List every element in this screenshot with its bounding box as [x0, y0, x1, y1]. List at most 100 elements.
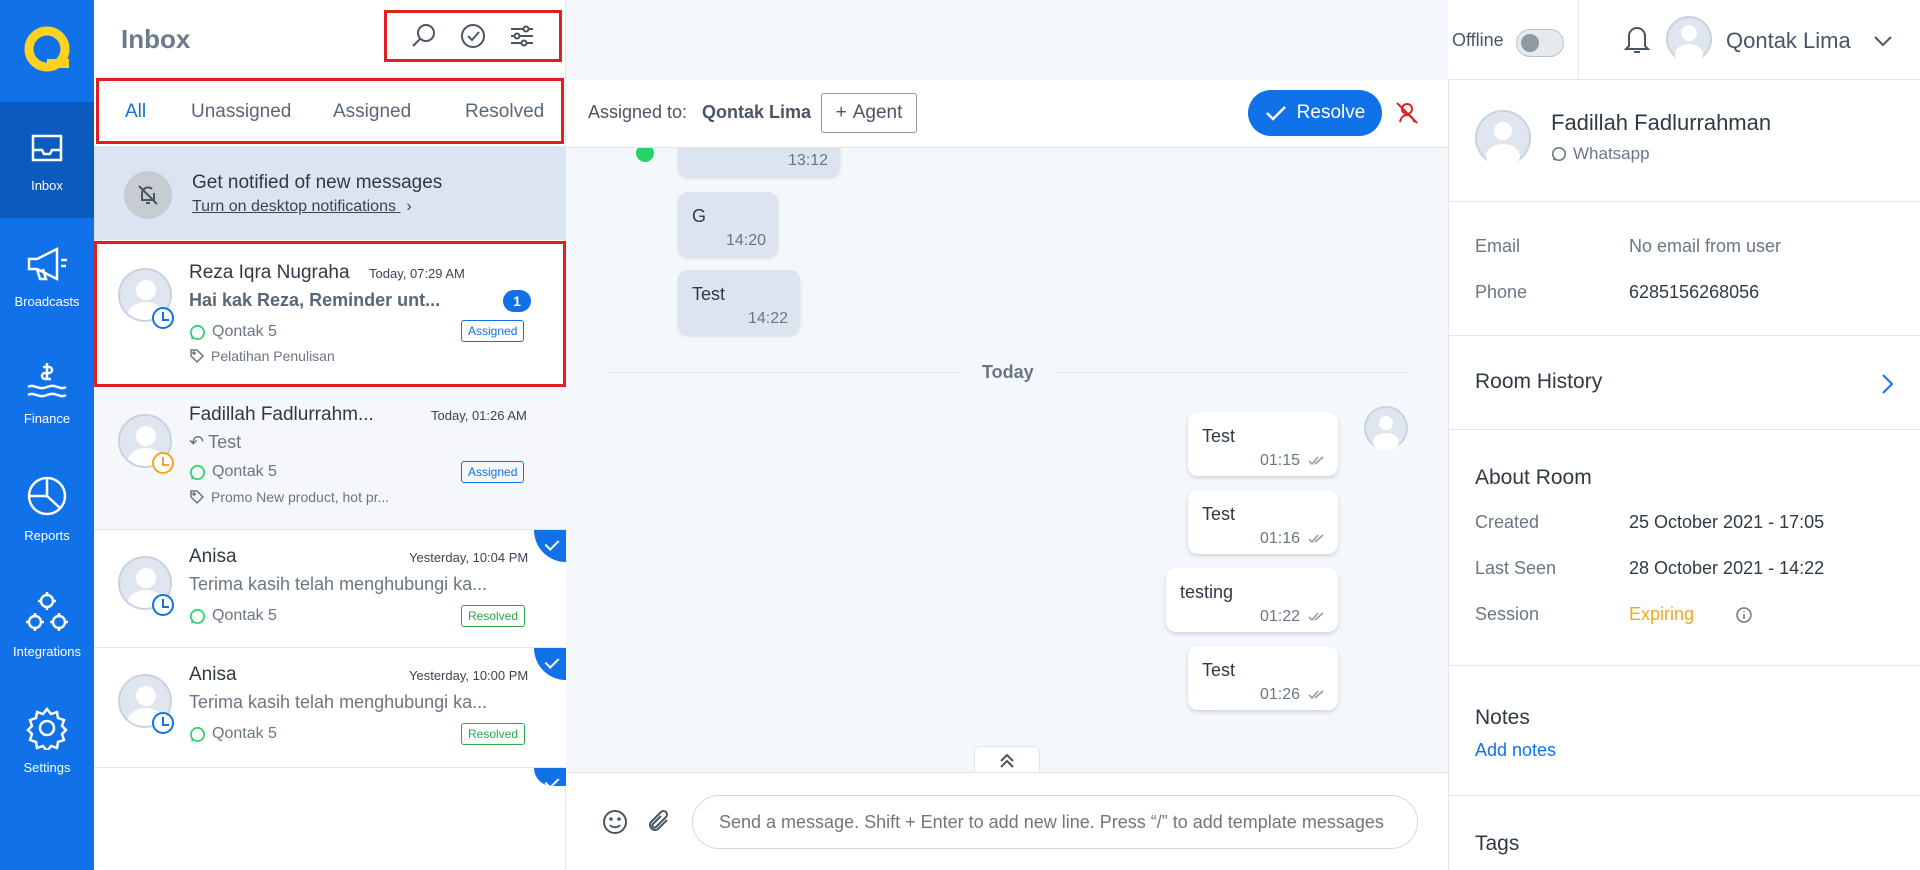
nav-item-finance[interactable]: Finance: [0, 334, 94, 450]
gear-icon: [26, 706, 68, 750]
channel: Qontak 5: [189, 725, 277, 743]
clock-icon: [152, 712, 174, 734]
tags-title: Tags: [1475, 832, 1520, 855]
nav-label-integrations: Integrations: [13, 643, 81, 659]
page-title: Inbox: [121, 24, 191, 54]
last-seen-label: Last Seen: [1475, 558, 1557, 578]
search-button[interactable]: [408, 20, 440, 52]
header-tools: [384, 10, 562, 62]
conversation-item[interactable]: Anisa Yesterday, 10:00 PM Terima kasih t…: [94, 648, 566, 768]
tags-section: Tags: [1449, 796, 1920, 870]
left-nav: Inbox Broadcasts Finance Reports Integra…: [0, 0, 94, 870]
message-list: 13:12 G 14:20 Test 14:22 Today Test 01:1…: [566, 148, 1448, 774]
scroll-up-button[interactable]: [974, 746, 1040, 774]
room-history-row[interactable]: Room History: [1449, 336, 1920, 430]
conversation-time: Today, 07:29 AM: [369, 266, 465, 281]
message-composer: [566, 772, 1448, 870]
nav-item-settings[interactable]: Settings: [0, 682, 94, 798]
contact-info-panel: Fadillah Fadlurrahman Whatsapp Email No …: [1448, 80, 1920, 870]
user-off-icon: [1396, 102, 1418, 124]
message-text: Test: [1202, 504, 1236, 524]
enable-notifications-label: Turn on desktop notifications: [192, 198, 396, 215]
qontak-logo[interactable]: [0, 0, 94, 102]
message-bubble-in: Test 14:22: [678, 270, 800, 334]
message-preview: ↶ Test: [189, 432, 241, 453]
user-name[interactable]: Qontak Lima: [1726, 28, 1851, 54]
plus-icon: +: [835, 102, 847, 123]
assigned-name: Qontak Lima: [702, 102, 812, 122]
tab-all[interactable]: All: [125, 101, 146, 123]
check-corner-icon: [534, 768, 566, 786]
add-agent-label: Agent: [852, 102, 903, 123]
assigned-label: Assigned to:: [588, 102, 688, 122]
paperclip-icon: [649, 809, 669, 831]
nav-item-inbox[interactable]: Inbox: [0, 102, 94, 218]
channel: Qontak 5: [189, 323, 277, 341]
double-check-icon: [1308, 456, 1324, 466]
message-time: 01:16: [1259, 530, 1300, 547]
date-divider: Today: [982, 362, 1034, 382]
whatsapp-icon: [190, 726, 205, 742]
add-notes-link[interactable]: Add notes: [1475, 740, 1556, 761]
chevrons-up-icon: [1000, 753, 1014, 768]
conversation-tabs: All Unassigned Assigned Resolved: [96, 78, 564, 144]
message-time: 01:15: [1259, 452, 1300, 469]
tab-assigned[interactable]: Assigned: [333, 101, 411, 123]
status-badge: Resolved: [461, 723, 526, 745]
integrations-icon: [26, 591, 68, 631]
contact-avatar: [1475, 110, 1531, 168]
conversation-item[interactable]: [94, 768, 566, 788]
online-toggle[interactable]: [1516, 29, 1564, 57]
add-agent-button[interactable]: + Agent: [821, 93, 917, 133]
filter-button[interactable]: [506, 20, 538, 52]
tag-label: Pelatihan Penulisan: [211, 348, 335, 364]
nav-label-reports: Reports: [24, 527, 70, 543]
attach-button[interactable]: [646, 809, 672, 840]
conversation-item[interactable]: Anisa Yesterday, 10:04 PM Terima kasih t…: [94, 530, 566, 648]
double-check-icon: [1308, 534, 1324, 544]
message-time: 13:12: [787, 152, 828, 169]
user-avatar[interactable]: [1666, 16, 1712, 64]
tab-resolved[interactable]: Resolved: [465, 101, 544, 123]
clock-icon: [152, 594, 174, 616]
whatsapp-icon: [190, 608, 205, 624]
conversation-item[interactable]: Fadillah Fadlurrahm... Today, 01:26 AM ↶…: [94, 388, 566, 530]
phone-value: 6285156268056: [1629, 282, 1760, 302]
nav-item-reports[interactable]: Reports: [0, 450, 94, 566]
contact-header: Fadillah Fadlurrahman Whatsapp: [1449, 80, 1920, 202]
unassign-button[interactable]: [1394, 100, 1420, 131]
mark-done-button[interactable]: [457, 20, 489, 52]
about-room-title: About Room: [1475, 466, 1592, 489]
pie-chart-icon: [27, 476, 67, 515]
chevron-down-icon[interactable]: [1872, 30, 1894, 57]
contact-details: Email No email from user Phone 628515626…: [1449, 202, 1920, 336]
resolve-button[interactable]: Resolve: [1248, 90, 1382, 136]
nav-item-broadcasts[interactable]: Broadcasts: [0, 218, 94, 334]
tab-unassigned[interactable]: Unassigned: [191, 101, 291, 123]
chevron-right-icon: ›: [406, 198, 412, 215]
conversation-time: Yesterday, 10:00 PM: [409, 668, 529, 683]
message-bubble-out: Test 01:16: [1188, 490, 1338, 554]
created-value: 25 October 2021 - 17:05: [1629, 512, 1825, 532]
channel: Qontak 5: [189, 607, 277, 625]
nav-label-broadcasts: Broadcasts: [14, 293, 80, 309]
session-label: Session: [1475, 604, 1540, 624]
message-preview: Terima kasih telah menghubungi ka...: [189, 692, 488, 712]
channel: Qontak 5: [189, 463, 277, 481]
unread-badge: 1: [503, 290, 531, 312]
reply-icon: ↶: [189, 432, 205, 452]
email-label: Email: [1475, 236, 1521, 256]
notifications-button[interactable]: [1622, 22, 1652, 61]
conversation-item[interactable]: Reza Iqra Nugraha Today, 07:29 AM Hai ka…: [94, 241, 566, 387]
nav-item-integrations[interactable]: Integrations: [0, 566, 94, 682]
emoji-button[interactable]: [602, 809, 628, 840]
message-input[interactable]: [692, 795, 1418, 849]
notification-banner: Get notified of new messages Turn on des…: [94, 146, 566, 240]
assign-bar: Assigned to: Qontak Lima + Agent Resolve: [566, 80, 1448, 148]
info-icon[interactable]: [1735, 606, 1753, 624]
conversation-time: Yesterday, 10:04 PM: [409, 550, 529, 565]
message-text: G: [692, 206, 707, 226]
divider: [1056, 372, 1406, 373]
channel-name: Qontak 5: [212, 607, 277, 624]
enable-notifications-link[interactable]: Turn on desktop notifications ›: [192, 198, 412, 216]
